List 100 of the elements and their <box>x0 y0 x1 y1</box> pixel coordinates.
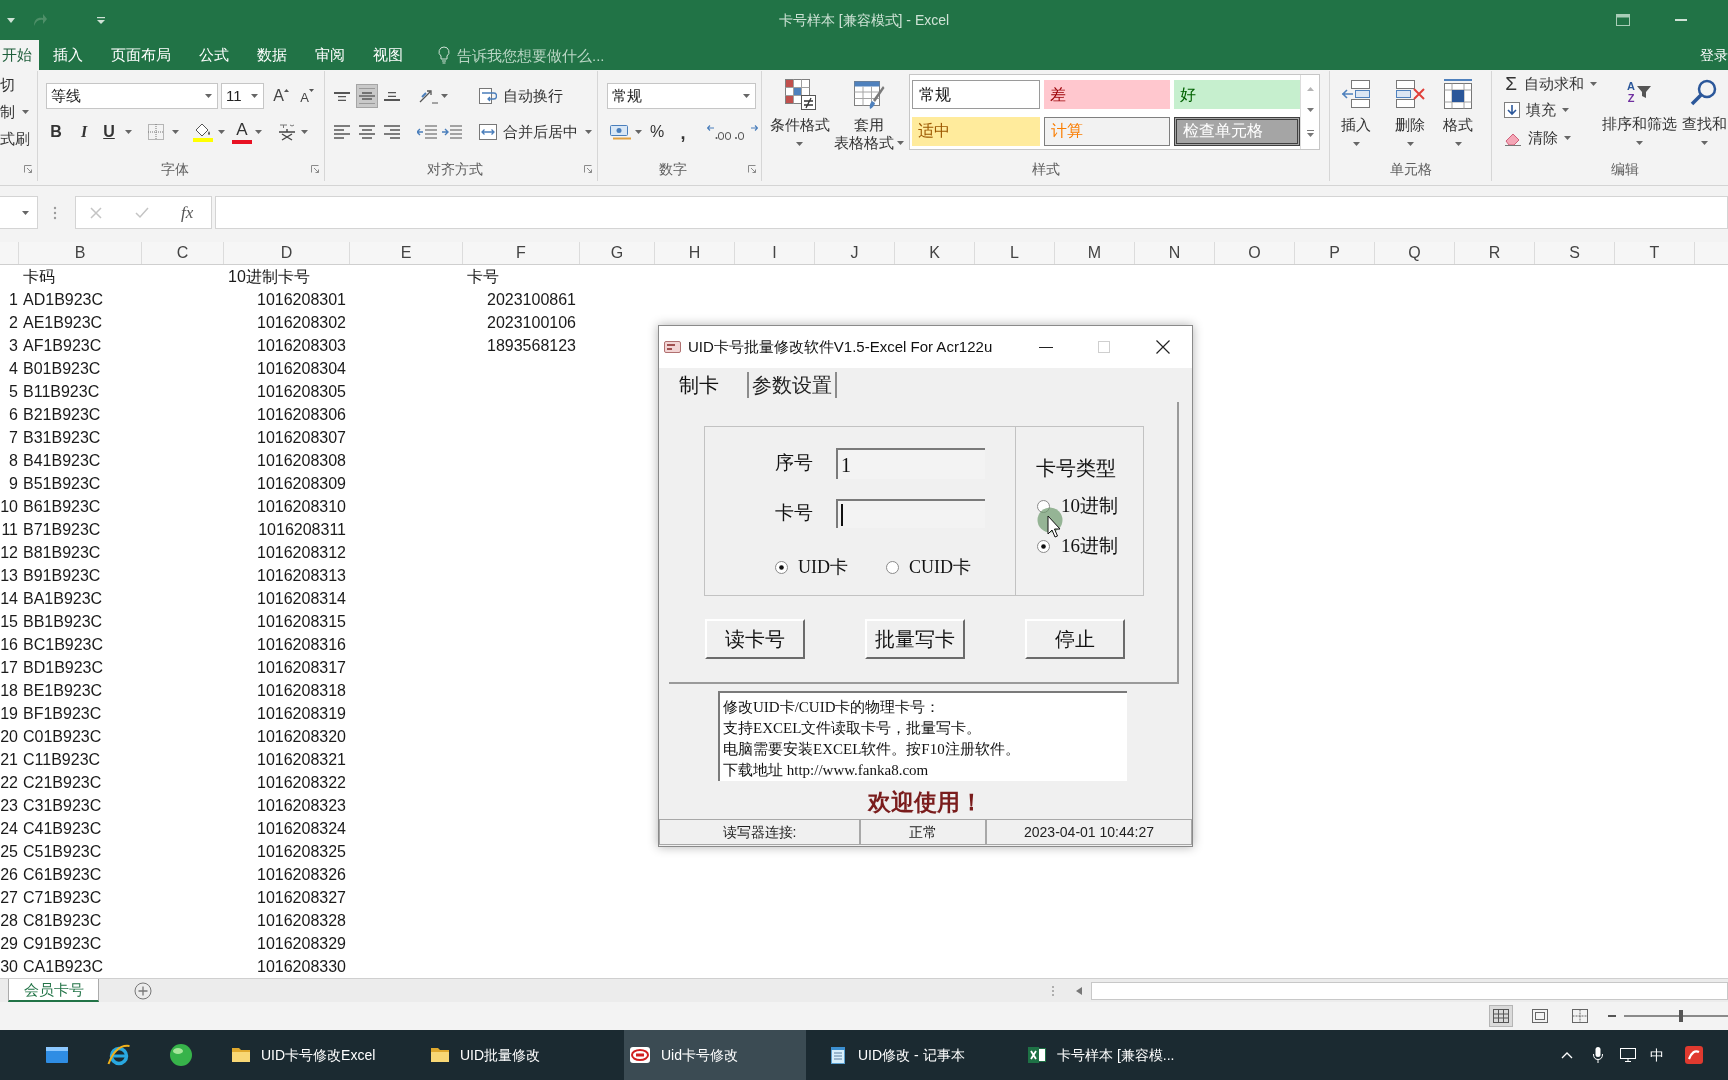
ribbon-tab[interactable]: 公式 <box>185 40 243 70</box>
column-header[interactable]: P <box>1295 242 1375 264</box>
caret-down-icon[interactable] <box>255 130 262 134</box>
caret-down-icon[interactable] <box>441 94 448 98</box>
ribbon-display-icon[interactable] <box>1616 14 1630 26</box>
cells-button[interactable]: 插入 <box>1333 71 1379 146</box>
zoom-slider[interactable] <box>1624 1009 1728 1023</box>
shrink-font-button[interactable]: A <box>296 84 318 108</box>
customize-menu-icon[interactable] <box>97 16 105 24</box>
decrease-decimal-icon[interactable] <box>734 124 758 140</box>
close-icon[interactable] <box>1156 340 1170 354</box>
phonetic-guide-icon[interactable] <box>277 123 297 141</box>
dialog-tab[interactable]: 参数设置 <box>747 372 837 398</box>
dialog-launcher-icon[interactable] <box>24 165 32 173</box>
alignment-button[interactable] <box>356 84 378 108</box>
column-header[interactable]: R <box>1455 242 1535 264</box>
app-tray-icon[interactable] <box>1685 1046 1703 1064</box>
font-color-button[interactable]: A <box>232 120 252 144</box>
text-orientation-icon[interactable] <box>418 88 438 104</box>
sort-filter-button[interactable]: A Z 排序和筛选 <box>1601 71 1677 145</box>
cells-button[interactable]: 删除 <box>1387 71 1433 146</box>
horizontal-scrollbar[interactable] <box>1091 981 1728 1000</box>
column-header[interactable]: C <box>142 242 224 264</box>
globe-icon[interactable] <box>169 1043 193 1067</box>
caret-down-icon[interactable] <box>635 130 642 134</box>
fill-color-icon[interactable] <box>193 122 213 142</box>
merge-center-button[interactable]: 合并后居中 <box>477 120 578 144</box>
taskbar-item[interactable]: 卡号样本 [兼容模... <box>1022 1030 1204 1080</box>
find-select-button[interactable]: 查找和 <box>1681 71 1727 145</box>
view-button[interactable] <box>1489 1005 1513 1027</box>
radio-button[interactable] <box>886 560 899 574</box>
underline-button[interactable]: U <box>97 120 121 144</box>
column-header[interactable]: T <box>1615 242 1695 264</box>
sheet-tab[interactable]: 会员卡号 <box>8 979 99 1002</box>
splitter-icon[interactable] <box>53 205 57 220</box>
dialog-launcher-icon[interactable] <box>311 165 319 173</box>
browser-icon[interactable] <box>107 1043 131 1067</box>
insert-function-button[interactable]: fx <box>181 199 194 226</box>
clipboard-button[interactable]: 式刷 <box>0 130 37 148</box>
microphone-icon[interactable] <box>1593 1047 1603 1063</box>
radio-label[interactable]: UID卡 <box>798 553 848 581</box>
dialog-button[interactable]: 停止 <box>1025 619 1125 659</box>
input-method-indicator[interactable]: 中 <box>1650 1044 1664 1066</box>
column-header[interactable]: I <box>735 242 815 264</box>
cell-style-item[interactable]: 差 <box>1044 80 1170 109</box>
more-styles-icon[interactable] <box>1306 130 1314 138</box>
editing-button[interactable]: Σ 自动求和 <box>1504 73 1600 95</box>
scroll-down-icon[interactable] <box>1306 108 1314 113</box>
taskbar-item[interactable]: UID批量修改 <box>425 1030 607 1080</box>
increase-decimal-icon[interactable] <box>707 124 731 140</box>
radio-label[interactable]: CUID卡 <box>909 553 971 581</box>
ribbon-tab[interactable]: 视图 <box>359 40 417 70</box>
chevron-up-icon[interactable] <box>1561 1051 1573 1059</box>
checkmark-icon[interactable] <box>135 206 149 219</box>
comma-style-button[interactable]: , <box>672 120 694 144</box>
minimize-icon[interactable] <box>1039 346 1053 348</box>
window-icon[interactable] <box>45 1045 69 1065</box>
column-header[interactable]: N <box>1135 242 1215 264</box>
clipboard-button[interactable]: 切 <box>0 76 37 94</box>
dialog-tab[interactable]: 制卡 <box>679 372 719 398</box>
column-header[interactable]: J <box>815 242 895 264</box>
cell-style-item[interactable]: 适中 <box>912 116 1040 146</box>
dialog-launcher-icon[interactable] <box>584 165 592 173</box>
editing-button[interactable]: 填充 <box>1504 99 1600 121</box>
cells-button[interactable]: 格式 <box>1435 71 1481 146</box>
column-header[interactable]: O <box>1215 242 1295 264</box>
caret-down-icon[interactable] <box>301 130 308 134</box>
column-header[interactable]: S <box>1535 242 1615 264</box>
column-header[interactable]: M <box>1055 242 1135 264</box>
format-as-table-button[interactable]: 套用 表格格式 <box>834 71 904 152</box>
ribbon-tab[interactable]: 插入 <box>39 40 97 70</box>
taskbar-item[interactable]: UID修改 - 记事本 <box>823 1030 1005 1080</box>
sign-in-link[interactable]: 登录 <box>1700 44 1728 66</box>
column-header[interactable]: K <box>895 242 975 264</box>
radio-label[interactable]: 16进制 <box>1061 531 1118 561</box>
ribbon-tab[interactable]: 页面布局 <box>97 40 185 70</box>
caret-down-icon[interactable] <box>125 130 132 134</box>
font-size-dropdown[interactable]: 11 <box>221 83 264 109</box>
taskbar-item[interactable]: UID卡号修改Excel <box>226 1030 408 1080</box>
font-name-dropdown[interactable]: 等线 <box>46 83 218 109</box>
info-text-box[interactable]: 修改UID卡/CUID卡的物理卡号： 支持EXCEL文件读取卡号，批量写卡。 电脑需要安装EXCEL软件。按F10注册软件。 下载地址 http://www.fanka8.com <box>718 691 1127 781</box>
taskbar-item[interactable]: Uid卡号修改 <box>624 1030 806 1080</box>
increase-indent-icon[interactable] <box>442 125 462 139</box>
grow-font-button[interactable]: A <box>270 84 292 108</box>
cell-style-item[interactable]: 常规 <box>912 80 1040 109</box>
column-header[interactable]: F <box>463 242 580 264</box>
column-header[interactable]: H <box>655 242 735 264</box>
column-header[interactable]: Q <box>1375 242 1455 264</box>
conditional-formatting-button[interactable]: 条件格式 <box>769 71 830 146</box>
decrease-indent-icon[interactable] <box>417 125 437 139</box>
radio-button[interactable] <box>1037 539 1050 553</box>
radio-label[interactable]: 10进制 <box>1061 491 1118 521</box>
scroll-left-icon[interactable] <box>1076 986 1082 995</box>
editing-button[interactable]: 清除 <box>1504 127 1600 149</box>
caret-down-icon[interactable] <box>585 130 592 134</box>
ribbon-tab[interactable]: 数据 <box>243 40 301 70</box>
column-header[interactable]: G <box>580 242 655 264</box>
italic-button[interactable]: I <box>72 120 96 144</box>
dialog-button[interactable]: 批量写卡 <box>865 619 965 659</box>
zoom-slider-thumb[interactable] <box>1679 1010 1684 1022</box>
